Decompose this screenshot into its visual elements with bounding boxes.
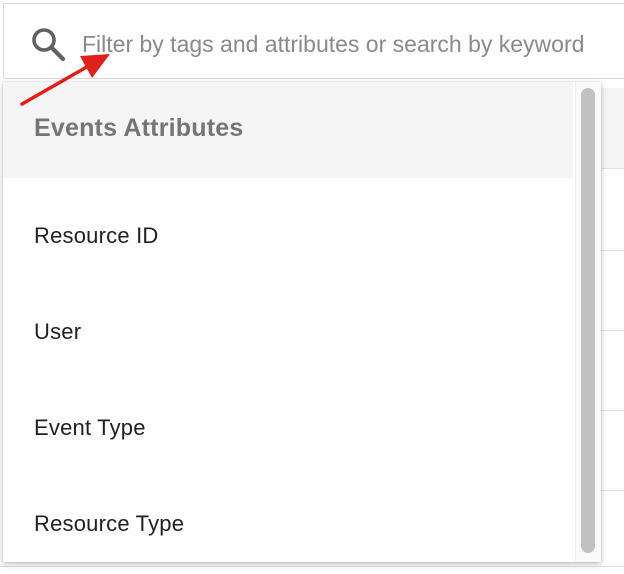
scrollbar-thumb[interactable] [581, 88, 595, 553]
option-label: Resource Type [34, 511, 185, 536]
background-row-divider [598, 410, 624, 411]
option-resource-type[interactable]: Resource Type [3, 476, 573, 562]
background-row-divider [598, 168, 624, 169]
background-table-header [598, 88, 624, 168]
section-title: Events Attributes [34, 114, 244, 142]
background-row-divider [598, 250, 624, 251]
attributes-dropdown: Events Attributes Resource ID User Event… [3, 82, 601, 562]
background-row-divider [598, 490, 624, 491]
option-user[interactable]: User [3, 284, 573, 380]
dropdown-section-header: Events Attributes [3, 82, 573, 178]
search-bar[interactable] [3, 3, 624, 79]
background-row-divider [598, 330, 624, 331]
option-label: Event Type [34, 415, 146, 440]
option-label: User [34, 319, 82, 344]
option-event-type[interactable]: Event Type [3, 380, 573, 476]
option-resource-id[interactable]: Resource ID [3, 188, 573, 284]
search-input[interactable] [80, 22, 624, 66]
bottom-divider [0, 566, 624, 567]
search-icon [30, 26, 70, 66]
option-label: Resource ID [34, 223, 159, 248]
